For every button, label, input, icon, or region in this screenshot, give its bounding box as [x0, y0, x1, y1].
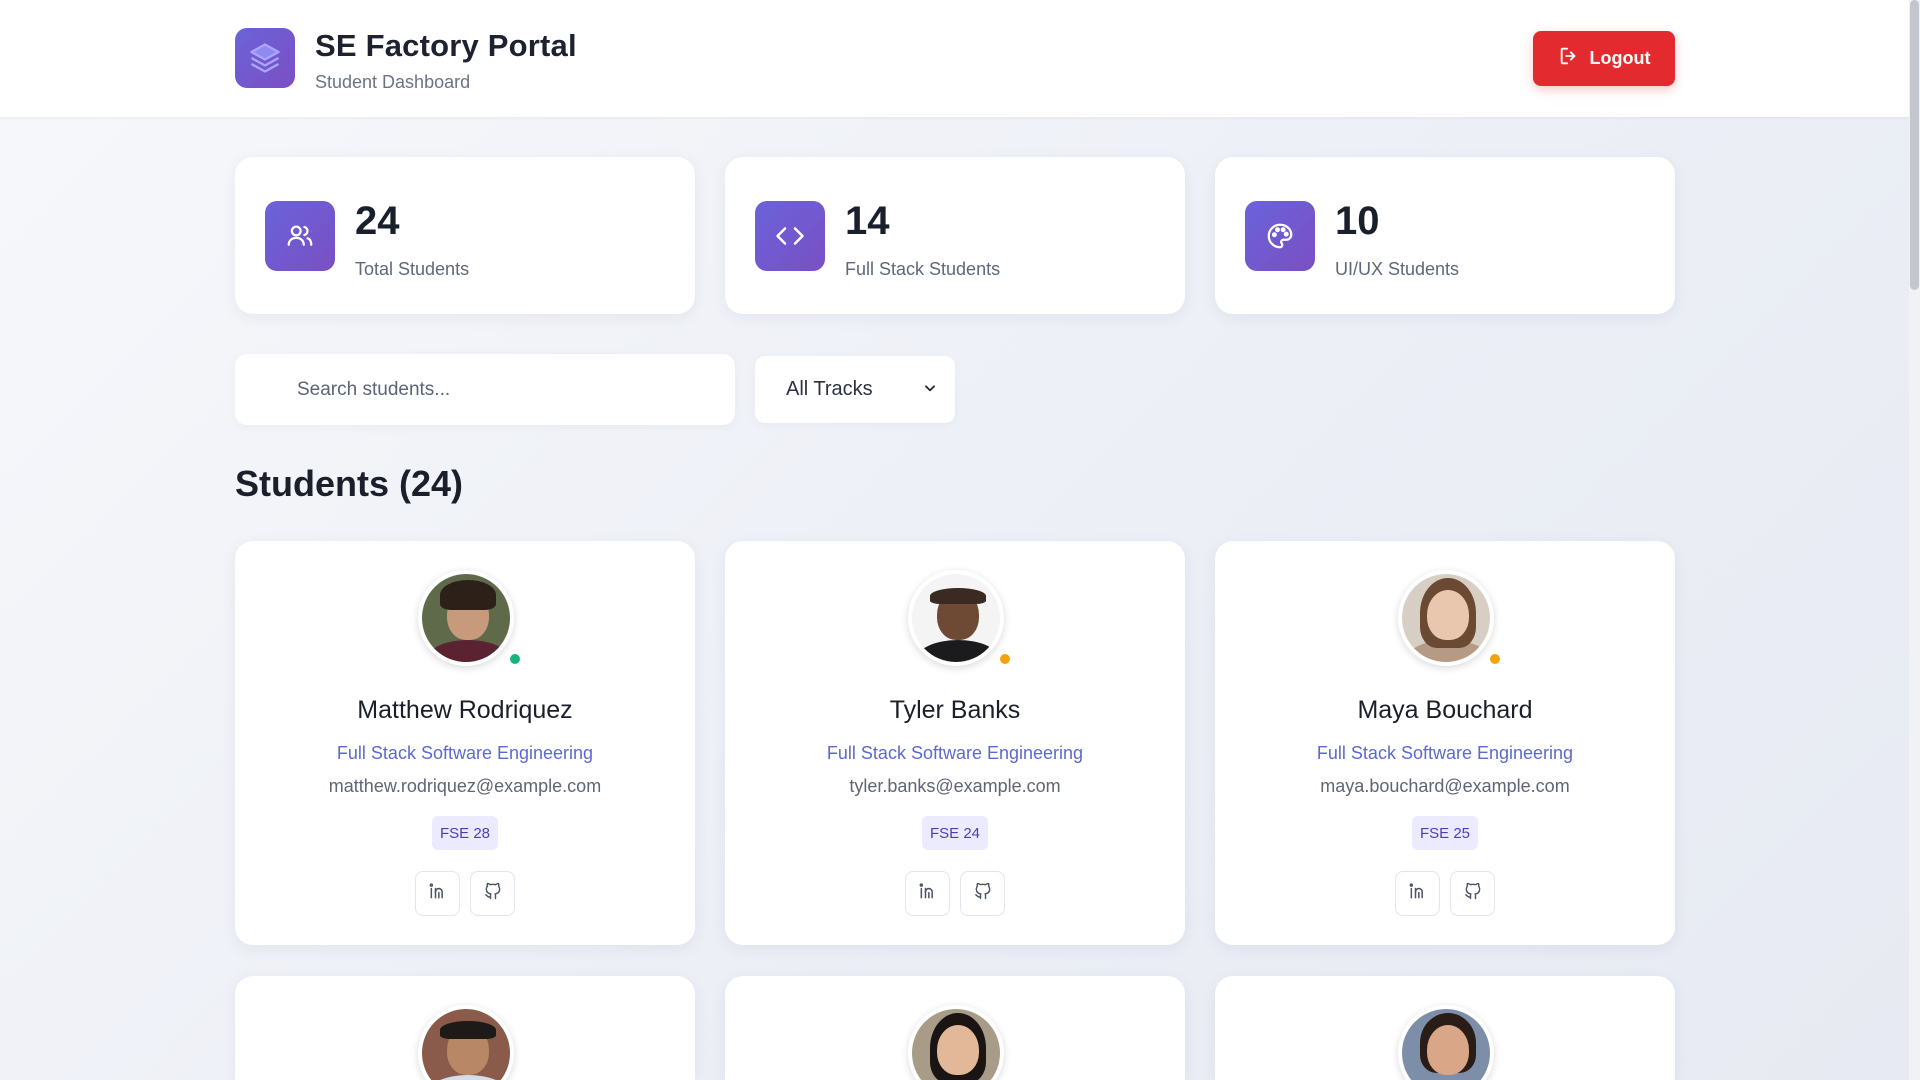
- avatar: [1398, 1005, 1494, 1080]
- student-email: maya.bouchard@example.com: [1320, 776, 1570, 796]
- student-name: Matthew Rodriquez: [357, 696, 573, 724]
- status-away-dot: [1488, 652, 1502, 666]
- github-button[interactable]: [470, 871, 515, 916]
- avatar: [418, 570, 514, 666]
- avatar-wrapper: [908, 1005, 1004, 1080]
- avatar-wrapper: [418, 570, 522, 666]
- status-online-dot: [508, 652, 522, 666]
- avatar-wrapper: [418, 1005, 514, 1080]
- avatar-wrapper: [1398, 1005, 1494, 1080]
- stat-card-full-stack: 14 Full Stack Students: [725, 157, 1185, 314]
- stat-value: 24: [355, 199, 400, 243]
- stat-label: Total Students: [355, 259, 470, 279]
- stat-card-total: 24 Total Students: [235, 157, 695, 314]
- search-input[interactable]: [297, 354, 717, 425]
- top-header: SE Factory Portal Student Dashboard Logo…: [0, 0, 1909, 117]
- student-email: matthew.rodriquez@example.com: [328, 776, 602, 796]
- logout-label: Logout: [1589, 48, 1651, 68]
- search-box: [235, 354, 735, 425]
- stat-label: UI/UX Students: [1335, 259, 1460, 279]
- avatar-wrapper: [1398, 570, 1502, 666]
- logout-icon: [1558, 45, 1580, 72]
- student-card[interactable]: Matthew Rodriquez Full Stack Software En…: [235, 541, 695, 945]
- avatar-wrapper: [908, 570, 1012, 666]
- cohort-badge: FSE 28: [432, 816, 498, 850]
- code-icon: [755, 201, 825, 271]
- linkedin-button[interactable]: [415, 871, 460, 916]
- student-card[interactable]: [725, 976, 1185, 1080]
- student-track: Full Stack Software Engineering: [1316, 743, 1574, 763]
- student-name: Maya Bouchard: [1357, 696, 1533, 724]
- avatar: [908, 570, 1004, 666]
- student-card[interactable]: Tyler Banks Full Stack Software Engineer…: [725, 541, 1185, 945]
- student-card[interactable]: [1215, 976, 1675, 1080]
- github-button[interactable]: [1450, 871, 1495, 916]
- users-icon: [265, 201, 335, 271]
- stat-card-uiux: 10 UI/UX Students: [1215, 157, 1675, 314]
- app-title: SE Factory Portal: [315, 28, 577, 63]
- app-subtitle: Student Dashboard: [315, 72, 471, 92]
- linkedin-button[interactable]: [905, 871, 950, 916]
- student-name: Tyler Banks: [889, 696, 1021, 724]
- github-icon: [1463, 881, 1483, 906]
- scrollbar-thumb[interactable]: [1910, 0, 1919, 290]
- student-track: Full Stack Software Engineering: [826, 743, 1084, 763]
- students-section-title: Students (24): [235, 463, 464, 504]
- status-away-dot: [998, 652, 1012, 666]
- student-email: tyler.banks@example.com: [849, 776, 1061, 796]
- linkedin-icon: [918, 881, 938, 906]
- stat-value: 10: [1335, 199, 1380, 243]
- student-card[interactable]: Maya Bouchard Full Stack Software Engine…: [1215, 541, 1675, 945]
- track-filter-select[interactable]: All Tracks: [755, 356, 955, 423]
- github-button[interactable]: [960, 871, 1005, 916]
- logout-button[interactable]: Logout: [1533, 31, 1675, 86]
- linkedin-icon: [428, 881, 448, 906]
- avatar: [1398, 570, 1494, 666]
- student-card[interactable]: [235, 976, 695, 1080]
- stat-label: Full Stack Students: [845, 259, 1001, 279]
- chevron-down-icon: [923, 378, 937, 401]
- cohort-badge: FSE 24: [922, 816, 988, 850]
- student-track: Full Stack Software Engineering: [336, 743, 594, 763]
- stat-value: 14: [845, 199, 890, 243]
- github-icon: [973, 881, 993, 906]
- avatar: [418, 1005, 514, 1080]
- linkedin-icon: [1408, 881, 1428, 906]
- palette-icon: [1245, 201, 1315, 271]
- stack-layers-icon: [235, 28, 295, 88]
- avatar: [908, 1005, 1004, 1080]
- linkedin-button[interactable]: [1395, 871, 1440, 916]
- track-filter-value: All Tracks: [786, 378, 873, 400]
- cohort-badge: FSE 25: [1412, 816, 1478, 850]
- github-icon: [483, 881, 503, 906]
